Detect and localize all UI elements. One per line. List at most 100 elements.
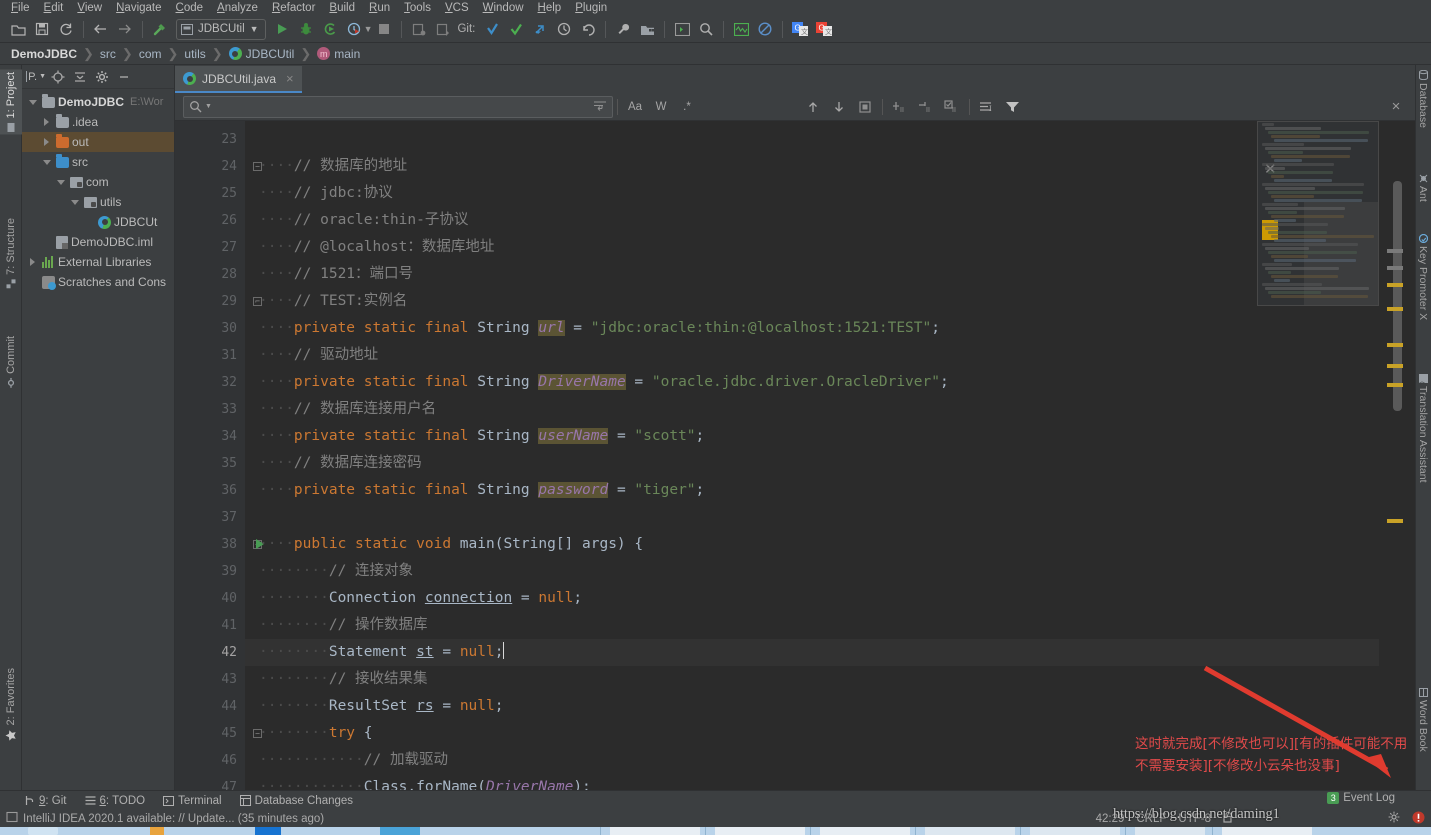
menu-item-analyze[interactable]: Analyze (210, 0, 265, 16)
gutter-line-39[interactable]: 39 (175, 558, 245, 585)
profile-dropdown-chevron[interactable]: ▼ (364, 24, 373, 34)
code-line-32[interactable]: ····private static final String DriverNa… (245, 369, 1415, 396)
words-toggle[interactable]: W (648, 96, 674, 118)
tree-expander[interactable] (68, 200, 81, 205)
tree-node-externallibraries[interactable]: External Libraries (22, 252, 174, 272)
stripe-mark-warning[interactable] (1387, 364, 1403, 368)
profile-icon[interactable] (342, 18, 366, 40)
gutter-line-31[interactable]: 31 (175, 342, 245, 369)
code-line-25[interactable]: ····// jdbc:协议 (245, 180, 1415, 207)
select-all-icon[interactable] (852, 96, 878, 118)
run-coverage-icon[interactable] (318, 18, 342, 40)
history-icon[interactable] (552, 18, 576, 40)
menu-item-refactor[interactable]: Refactor (265, 0, 322, 16)
bottom-tool-terminal[interactable]: Terminal (163, 795, 221, 807)
taskbar-window[interactable] (925, 827, 1015, 835)
commit-icon[interactable] (480, 18, 504, 40)
right-stripe-database[interactable]: Database (1415, 67, 1431, 131)
back-arrow-icon[interactable] (89, 18, 113, 40)
left-stripe-favorites[interactable]: 2: Favorites (0, 665, 22, 744)
gutter-line-24[interactable]: 24− (175, 153, 245, 180)
regex-toggle[interactable]: .* (674, 96, 700, 118)
build-hammer-icon[interactable] (148, 18, 172, 40)
left-stripe-structure[interactable]: 7: Structure (0, 215, 22, 291)
prev-match-icon[interactable] (800, 96, 826, 118)
tree-expander[interactable] (40, 160, 53, 165)
code-line-23[interactable] (245, 126, 1415, 153)
tree-expander[interactable] (54, 180, 67, 185)
menu-item-window[interactable]: Window (476, 0, 531, 16)
gutter-line-40[interactable]: 40 (175, 585, 245, 612)
menu-item-vcs[interactable]: VCS (438, 0, 476, 16)
stripe-mark-warning[interactable] (1387, 283, 1403, 287)
stripe-mark-warning[interactable] (1387, 343, 1403, 347)
gutter-line-45[interactable]: 45− (175, 720, 245, 747)
code-line-29[interactable]: ····// TEST:实例名 (245, 288, 1415, 315)
project-structure-icon[interactable] (635, 18, 659, 40)
code-line-40[interactable]: ········Connection connection = null; (245, 585, 1415, 612)
gutter-line-29[interactable]: 29⌐ (175, 288, 245, 315)
tree-node-scratchesandcons[interactable]: Scratches and Cons (22, 272, 174, 292)
no-entry-icon[interactable] (753, 18, 777, 40)
gutter-line-23[interactable]: 23 (175, 126, 245, 153)
code-line-28[interactable]: ····// 1521：端口号 (245, 261, 1415, 288)
hide-icon[interactable] (114, 67, 134, 86)
gutter-line-26[interactable]: 26 (175, 207, 245, 234)
editor-gutter[interactable]: 2324−2526272829⌐303132333435363738−39404… (175, 121, 245, 790)
right-stripe-keypromoterx[interactable]: Key Promoter X (1415, 231, 1431, 323)
taskbar-window[interactable] (610, 827, 700, 835)
rollback-icon[interactable] (576, 18, 600, 40)
stripe-mark-warning[interactable] (1387, 519, 1403, 523)
menu-item-tools[interactable]: Tools (397, 0, 438, 16)
close-find-icon[interactable]: × (1383, 96, 1409, 118)
update-project-icon[interactable] (431, 18, 455, 40)
right-stripe-wordbook[interactable]: Word Book (1415, 685, 1431, 755)
breadcrumb-item-com[interactable]: com (136, 47, 165, 61)
multiline-icon[interactable] (593, 100, 607, 114)
find-input[interactable]: ▼ (183, 96, 613, 118)
gutter-line-41[interactable]: 41 (175, 612, 245, 639)
taskbar-window[interactable] (820, 827, 910, 835)
project-view-selector[interactable]: P. ▼ (26, 67, 46, 86)
gutter-line-38[interactable]: 38− (175, 531, 245, 558)
menu-item-code[interactable]: Code (169, 0, 211, 16)
code-line-37[interactable] (245, 504, 1415, 531)
tree-node-com[interactable]: com (22, 172, 174, 192)
run-icon[interactable] (270, 18, 294, 40)
code-line-35[interactable]: ····// 数据库连接密码 (245, 450, 1415, 477)
gutter-line-27[interactable]: 27 (175, 234, 245, 261)
google-translate-icon[interactable]: G文 (788, 18, 812, 40)
breadcrumb-item-utils[interactable]: utils (181, 47, 208, 61)
left-stripe-commit[interactable]: Commit (0, 333, 22, 391)
preserve-case-icon[interactable]: I (974, 96, 1000, 118)
tree-node-demojdbciml[interactable]: DemoJDBC.iml (22, 232, 174, 252)
tree-node-src[interactable]: src (22, 152, 174, 172)
collapse-all-icon[interactable] (70, 67, 90, 86)
wrench-icon[interactable] (611, 18, 635, 40)
gutter-line-30[interactable]: 30 (175, 315, 245, 342)
tree-node-idea[interactable]: .idea (22, 112, 174, 132)
search-everywhere-icon[interactable] (694, 18, 718, 40)
stripe-mark-warning[interactable] (1387, 383, 1403, 387)
taskbar-window[interactable] (1135, 827, 1205, 835)
tree-expander[interactable] (26, 100, 39, 105)
menu-item-build[interactable]: Build (322, 0, 362, 16)
breadcrumb-item-main[interactable]: mmain (314, 47, 363, 61)
code-line-24[interactable]: ····// 数据库的地址 (245, 153, 1415, 180)
sync-icon[interactable] (54, 18, 78, 40)
scrollbar-thumb[interactable] (1393, 181, 1402, 411)
google-translate-alt-icon[interactable]: G文 (812, 18, 836, 40)
code-line-41[interactable]: ········// 操作数据库 (245, 612, 1415, 639)
code-line-30[interactable]: ····private static final String url = "j… (245, 315, 1415, 342)
breadcrumb-item-demojdbc[interactable]: DemoJDBC (8, 47, 80, 61)
stop-icon[interactable] (372, 18, 396, 40)
status-message[interactable]: IntelliJ IDEA 2020.1 available: // Updat… (23, 813, 324, 825)
push-icon[interactable] (504, 18, 528, 40)
gutter-line-32[interactable]: 32 (175, 369, 245, 396)
bottom-tool-9git[interactable]: 9: Git (24, 795, 67, 807)
menu-item-help[interactable]: Help (531, 0, 569, 16)
code-minimap-preview[interactable]: ✕ (1257, 121, 1379, 306)
code-line-27[interactable]: ····// @localhost：数据库地址 (245, 234, 1415, 261)
gutter-line-25[interactable]: 25 (175, 180, 245, 207)
run-configuration-selector[interactable]: JDBCUtil ▼ (176, 19, 266, 40)
